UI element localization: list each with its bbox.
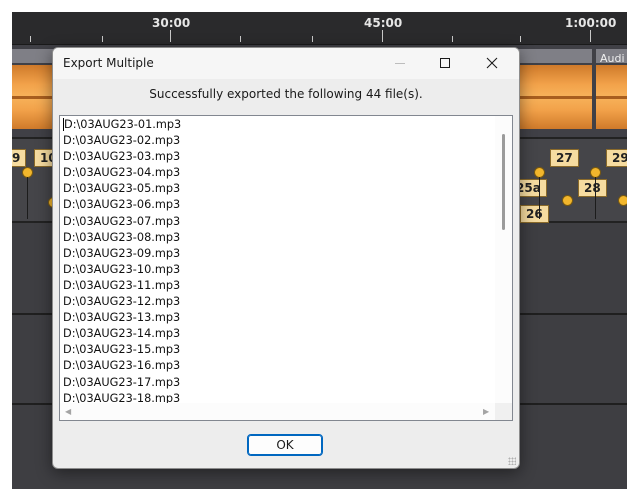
file-list-item[interactable]: D:\03AUG23-09.mp3 [63,246,181,262]
close-button[interactable] [469,48,515,79]
minimize-button [377,48,423,79]
ruler-tick [240,36,241,42]
ruler-tick [312,36,313,42]
ruler-tick [520,36,521,42]
track-label[interactable]: 27 [550,149,579,167]
file-list-item[interactable]: D:\03AUG23-16.mp3 [63,358,181,374]
file-list-item[interactable]: D:\03AUG23-01.mp3 [63,117,181,133]
ruler-tick [452,36,453,42]
file-list-item[interactable]: D:\03AUG23-10.mp3 [63,262,181,278]
scroll-right-arrow-icon[interactable]: ▶ [483,407,489,416]
timeline-ruler[interactable]: 30:00 45:00 1:00:00 [12,12,627,45]
resize-grip-icon[interactable] [508,457,516,465]
scrollbar-corner [495,403,512,420]
exported-files-list[interactable]: D:\03AUG23-01.mp3 D:\03AUG23-02.mp3 D:\03A… [59,115,513,421]
ruler-tick [30,36,31,42]
file-list-item[interactable]: D:\03AUG23-02.mp3 [63,133,181,149]
clip-header[interactable]: Audi [596,49,627,65]
ruler-label: 1:00:00 [565,16,617,30]
file-list-item[interactable]: D:\03AUG23-11.mp3 [63,278,181,294]
vertical-scrollbar[interactable] [495,116,512,403]
track-label[interactable]: 29 [606,149,627,167]
export-multiple-dialog: Export Multiple Successfully exported th… [52,47,520,469]
ruler-label: 45:00 [364,16,403,30]
label-pin[interactable] [618,195,627,206]
file-list-item[interactable]: D:\03AUG23-12.mp3 [63,294,181,310]
ruler-tick [102,36,103,42]
file-list-text[interactable]: D:\03AUG23-01.mp3 D:\03AUG23-02.mp3 D:\03A… [63,117,181,407]
file-list-item[interactable]: D:\03AUG23-04.mp3 [63,165,181,181]
file-list-item[interactable]: D:\03AUG23-03.mp3 [63,149,181,165]
minimize-icon [395,63,405,64]
ok-button[interactable]: OK [247,434,323,456]
file-list-item[interactable]: D:\03AUG23-08.mp3 [63,230,181,246]
file-list-item[interactable]: D:\03AUG23-14.mp3 [63,326,181,342]
dialog-titlebar[interactable]: Export Multiple [53,48,519,79]
file-list-item[interactable]: D:\03AUG23-07.mp3 [63,214,181,230]
ruler-tick [170,30,171,42]
track-label[interactable]: 28 [578,179,607,197]
label-stem [539,177,540,219]
file-list-item[interactable]: D:\03AUG23-05.mp3 [63,181,181,197]
maximize-icon [440,58,450,68]
file-list-item[interactable]: D:\03AUG23-15.mp3 [63,342,181,358]
file-list-item[interactable]: D:\03AUG23-13.mp3 [63,310,181,326]
success-message: Successfully exported the following 44 f… [149,87,423,101]
track-label[interactable]: 26 [520,205,549,223]
label-stem [27,177,28,219]
clip-label: Audi [600,52,625,65]
maximize-button[interactable] [423,48,469,79]
text-caret [63,118,64,131]
horizontal-scrollbar[interactable]: ◀ ▶ [60,403,497,420]
scroll-left-arrow-icon[interactable]: ◀ [65,407,71,416]
file-list-item[interactable]: D:\03AUG23-17.mp3 [63,375,181,391]
close-icon [486,57,498,69]
ruler-label: 30:00 [152,16,191,30]
ruler-tick [590,30,591,42]
file-list-item[interactable]: D:\03AUG23-06.mp3 [63,197,181,213]
dialog-title: Export Multiple [63,56,154,70]
vertical-scroll-thumb[interactable] [502,134,505,230]
track-label[interactable]: 9 [12,149,27,167]
label-stem [595,177,596,219]
label-pin[interactable] [562,195,573,206]
ruler-tick [382,30,383,42]
waveform[interactable] [596,65,627,129]
